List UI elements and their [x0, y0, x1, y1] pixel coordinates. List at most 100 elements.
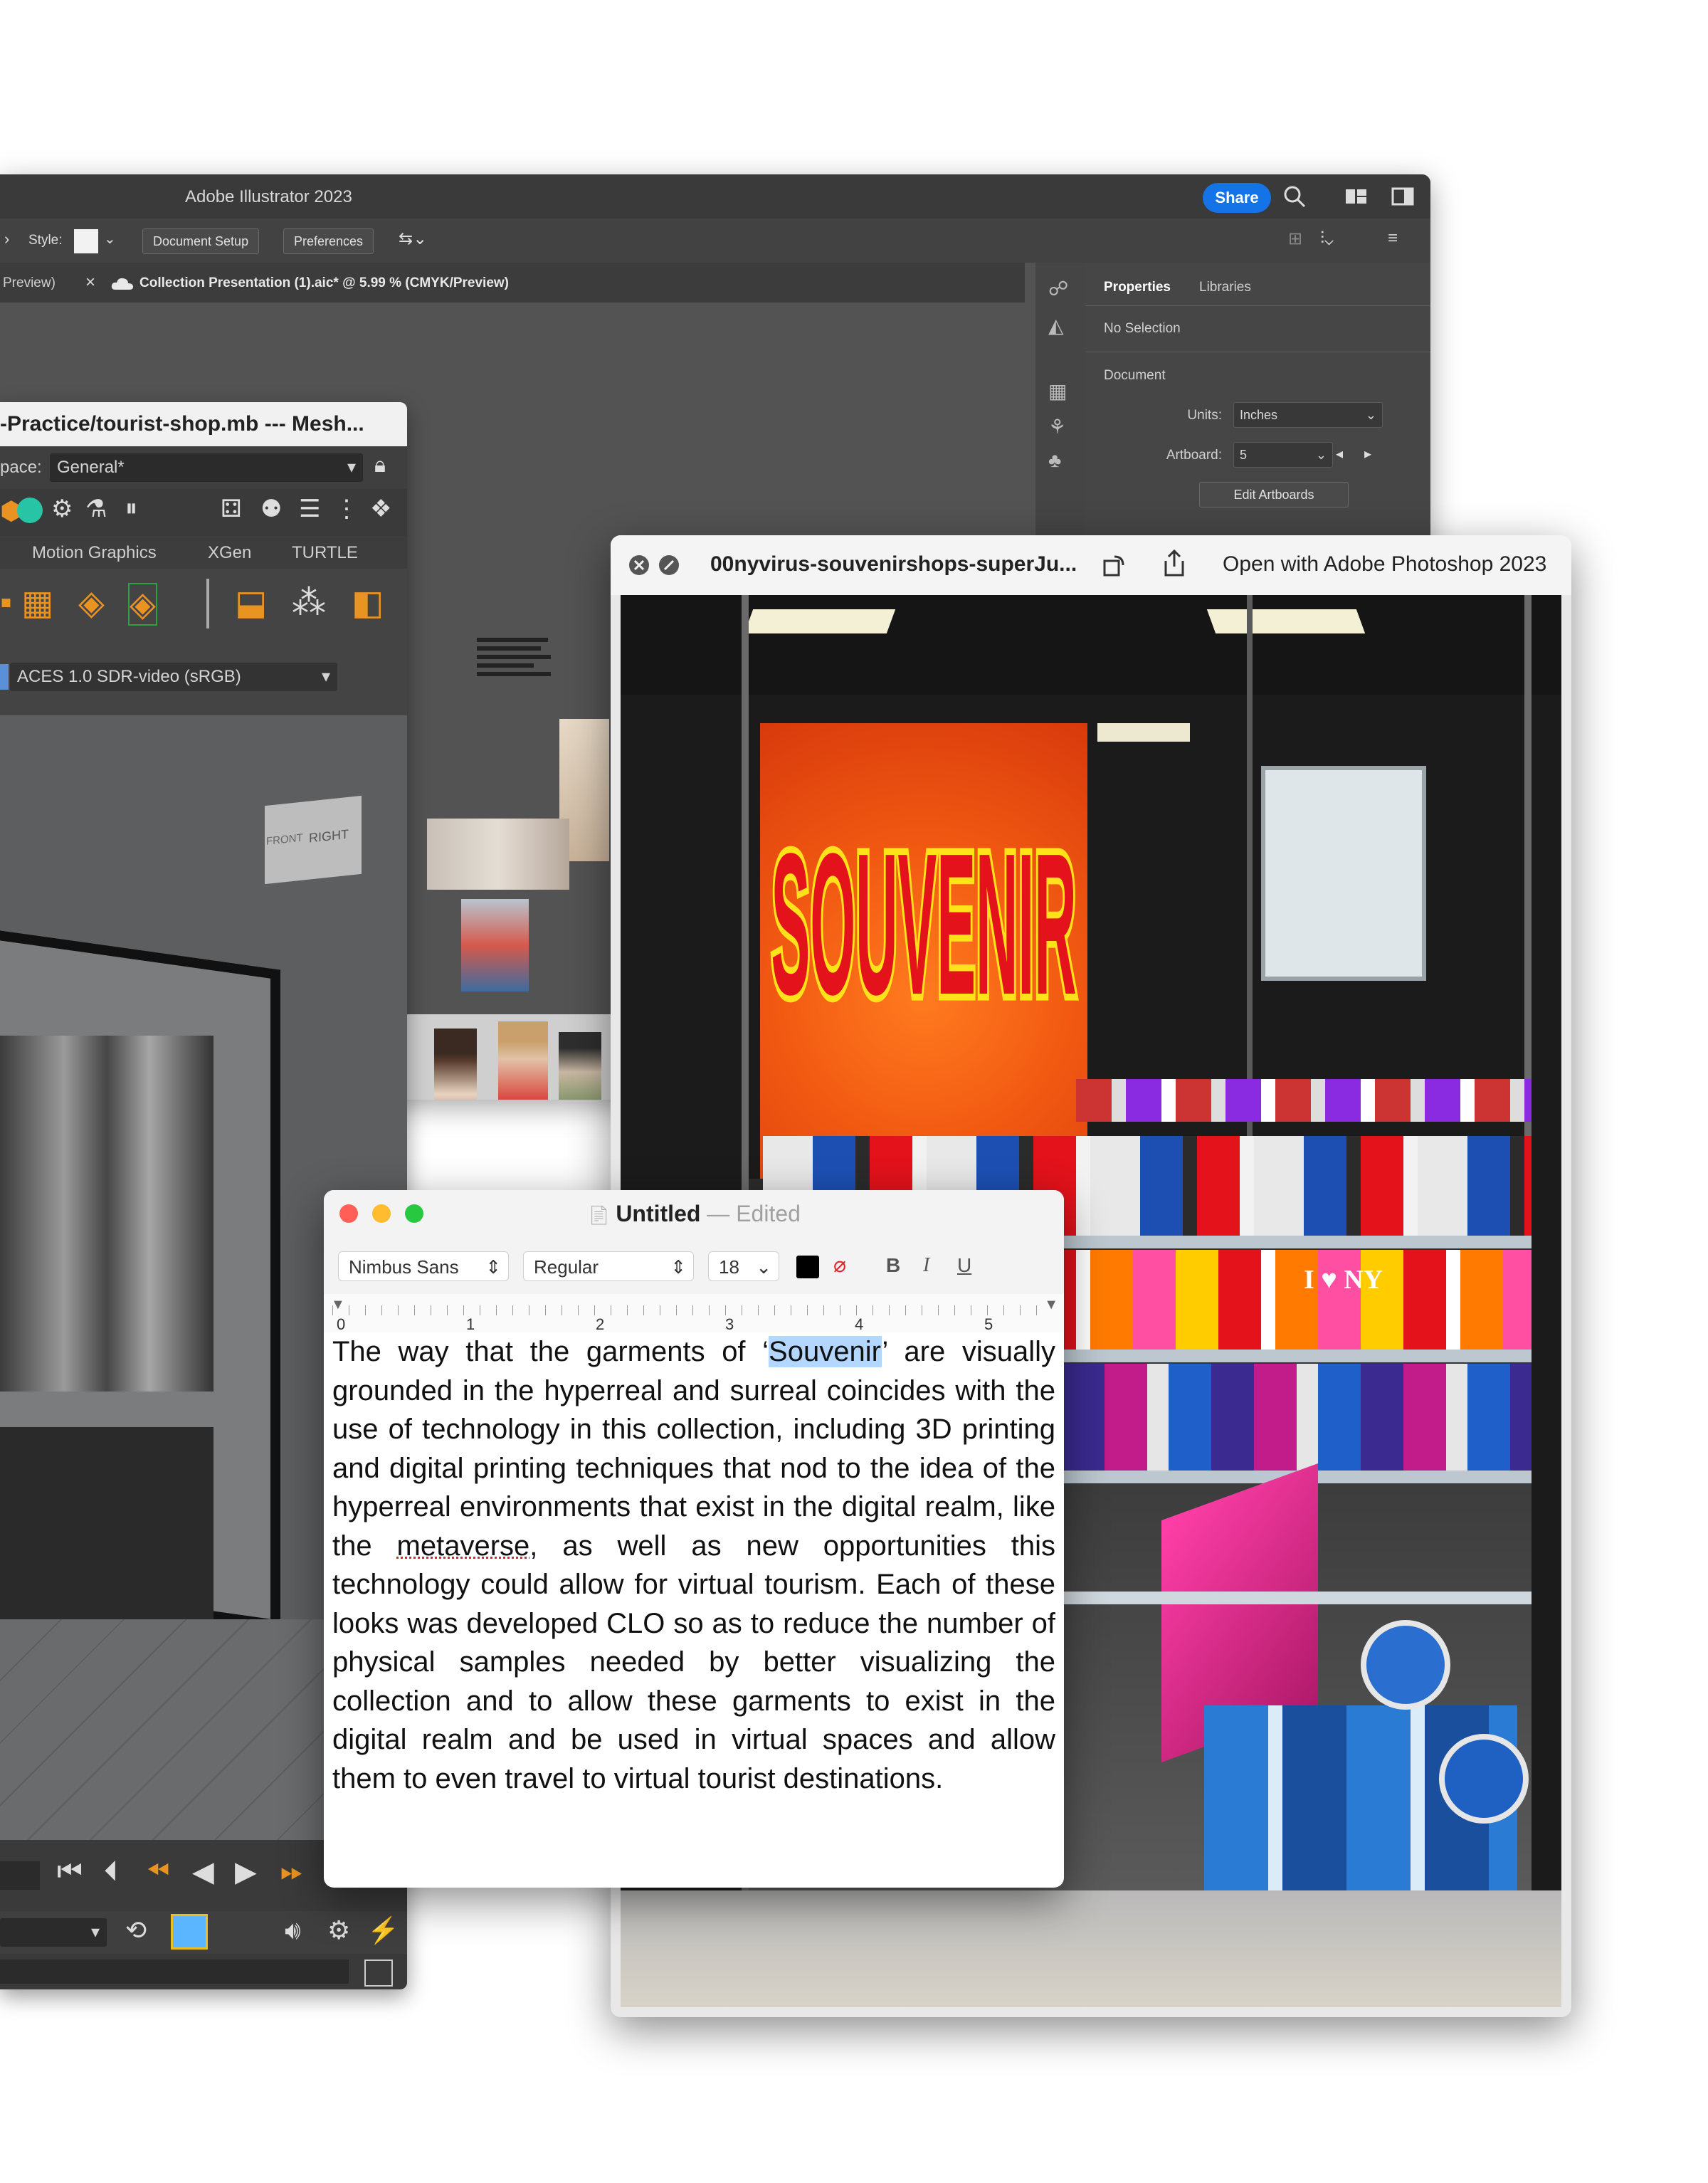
grid-tool-icon[interactable]: ▦ — [21, 583, 53, 623]
workspace-switcher-icon[interactable] — [1391, 187, 1414, 206]
lock-icon[interactable]: 🔒︎ — [374, 453, 386, 478]
workspace-select[interactable]: General* ▾ — [50, 453, 363, 482]
preview-filename: 00nyvirus-souvenirshops-superJu... — [710, 552, 1077, 576]
status-line: ⬢ ⚙ ⚗ ⏸︎ ⚃ ⚉ ☰ ⋮ ❖ — [0, 489, 407, 536]
pause-icon[interactable]: ⏸︎ — [125, 495, 137, 522]
align-icon[interactable]: ⊞ — [1288, 228, 1302, 249]
run-icon[interactable]: ⚡ — [367, 1915, 399, 1945]
menu-list-icon[interactable]: ≡ — [1388, 228, 1398, 248]
step-forward-icon[interactable]: ⏩︎ — [280, 1856, 303, 1888]
shelf-tool-icon[interactable]: ▪ — [0, 583, 12, 622]
share-button[interactable]: Share — [1203, 183, 1271, 213]
tab-libraries[interactable]: Libraries — [1199, 280, 1251, 295]
artboard-thumbnail-models[interactable] — [406, 1014, 612, 1100]
units-select[interactable]: Inches ⌄ — [1233, 402, 1383, 428]
artboard-label: Artboard: — [1166, 448, 1222, 463]
scatter-icon[interactable]: ⁂ — [292, 583, 326, 623]
step-back-key-icon[interactable]: ⏴︎ — [104, 1856, 118, 1888]
search-icon[interactable] — [1282, 184, 1307, 209]
character-set-icon[interactable]: ⚙ — [327, 1915, 350, 1945]
boolean-icon[interactable]: ◧ — [352, 583, 384, 623]
auto-key-icon[interactable] — [171, 1914, 208, 1950]
brush-icon[interactable]: ⚘ — [1048, 415, 1066, 438]
cloud-icon — [111, 278, 133, 290]
open-with-photoshop-button[interactable]: Open with Adobe Photoshop 2023 — [1223, 552, 1546, 577]
color-space-select[interactable]: ACES 1.0 SDR-video (sRGB) ▾ — [10, 663, 337, 691]
grid-icon[interactable]: ▦ — [1048, 379, 1067, 403]
shelf-tabs: Motion Graphics XGen TURTLE — [0, 536, 407, 569]
next-artboard-icon[interactable]: ▸ — [1364, 445, 1371, 463]
edit-artboards-button[interactable]: Edit Artboards — [1199, 482, 1349, 507]
selected-text: Souvenir — [769, 1336, 882, 1367]
loop-icon[interactable]: ⟲ — [125, 1915, 147, 1945]
shelf-tab-turtle[interactable]: TURTLE — [292, 543, 358, 563]
minimize-icon[interactable] — [658, 554, 680, 577]
anim-layer-select[interactable]: ▾ — [0, 1918, 107, 1947]
previous-artboard-icon[interactable]: ◂ — [1336, 445, 1343, 463]
style-swatch[interactable] — [74, 229, 98, 253]
play-backwards-icon[interactable]: ◀ — [192, 1856, 214, 1888]
ipr-icon[interactable]: ⚗ — [85, 495, 107, 523]
tab-previous-document[interactable]: Preview) — [3, 275, 56, 291]
underline-button[interactable]: U — [957, 1254, 971, 1277]
channel-box-icon[interactable]: ⋮ — [334, 495, 359, 523]
document-body[interactable]: The way that the garments of ‘Souvenir’ … — [332, 1332, 1055, 1798]
distribute-icon[interactable]: ⫶⌄ — [1320, 228, 1334, 248]
ruler[interactable]: ▼ ▼ 0 1 2 3 4 5 — [324, 1294, 1064, 1333]
command-line — [0, 1954, 407, 1989]
text-block-thumbnail[interactable] — [477, 633, 551, 701]
tab-properties[interactable]: Properties — [1104, 280, 1171, 295]
tab-collection-presentation[interactable]: Collection Presentation (1).aic* @ 5.99 … — [139, 275, 509, 291]
mograph-active-icon[interactable]: ◈ — [128, 583, 157, 626]
bold-button[interactable]: B — [886, 1254, 900, 1277]
character-icon[interactable]: ⚉ — [260, 495, 282, 523]
font-family-value: Nimbus Sans — [349, 1256, 459, 1278]
mograph-icon[interactable]: ◈ — [78, 583, 105, 623]
shape-icon[interactable]: ◭ — [1048, 314, 1064, 337]
sound-icon[interactable]: 🔊︎ — [285, 1915, 301, 1946]
close-icon[interactable] — [628, 554, 650, 577]
step-back-frame-icon[interactable]: ⏪︎ — [147, 1856, 169, 1888]
chevron-right-icon[interactable]: › — [4, 230, 9, 248]
units-label: Units: — [1187, 408, 1222, 423]
share-icon[interactable] — [1161, 549, 1187, 578]
chevron-down-icon[interactable]: ⌄ — [104, 230, 116, 248]
artboard-thumbnail[interactable] — [461, 899, 529, 991]
window-title: Adobe Illustrator 2023 — [185, 187, 352, 206]
rotate-icon[interactable] — [1102, 552, 1127, 578]
style-label: Style: — [28, 233, 63, 248]
arrange-icon[interactable]: ⇆⌄ — [399, 228, 427, 249]
tool-settings-icon[interactable]: ❖ — [370, 495, 391, 523]
edited-status: — Edited — [707, 1201, 801, 1226]
pedestal-model — [0, 1427, 214, 1626]
font-family-select[interactable]: Nimbus Sans ⇕ — [338, 1251, 509, 1281]
textedit-window: 📄︎ Untitled — Edited Nimbus Sans ⇕ Regula… — [324, 1190, 1064, 1888]
highlight-color-icon[interactable]: ⌀ — [833, 1253, 846, 1278]
artboard-select[interactable]: 5 ⌄ — [1233, 442, 1333, 468]
close-icon[interactable]: × — [85, 273, 95, 293]
outliner-icon[interactable]: ⚃ — [221, 495, 242, 523]
symbols-icon[interactable]: ♣ — [1048, 449, 1061, 472]
text-color-swatch[interactable] — [796, 1256, 819, 1278]
play-forwards-icon[interactable]: ▶ — [235, 1856, 257, 1888]
attribute-editor-icon[interactable]: ☰ — [299, 495, 320, 523]
font-size-select[interactable]: 18 ⌄ — [708, 1251, 779, 1281]
shelf-tab-xgen[interactable]: XGen — [208, 543, 251, 563]
arrange-documents-icon[interactable] — [1345, 187, 1368, 206]
italic-button[interactable]: I — [923, 1254, 929, 1277]
font-style-select[interactable]: Regular ⇕ — [523, 1251, 694, 1281]
document-setup-button[interactable]: Document Setup — [142, 228, 260, 254]
cube-tool-icon[interactable]: ⬓ — [235, 583, 267, 623]
snap-icon[interactable] — [17, 498, 43, 523]
shelf-tab-motion-graphics[interactable]: Motion Graphics — [32, 543, 157, 563]
document-icon: 📄︎ — [587, 1204, 616, 1226]
viewcube[interactable]: FRONT RIGHT — [265, 795, 362, 885]
hanging-garments-model — [0, 1036, 214, 1392]
script-editor-icon[interactable] — [364, 1960, 393, 1987]
go-to-start-icon[interactable]: ⏮︎ — [57, 1856, 83, 1888]
preferences-button[interactable]: Preferences — [283, 228, 374, 254]
eye-palette-icon[interactable]: ☍ — [1048, 277, 1068, 300]
command-input[interactable] — [0, 1960, 349, 1984]
artboard-thumbnail[interactable] — [427, 819, 569, 890]
render-icon[interactable]: ⚙ — [51, 495, 73, 523]
